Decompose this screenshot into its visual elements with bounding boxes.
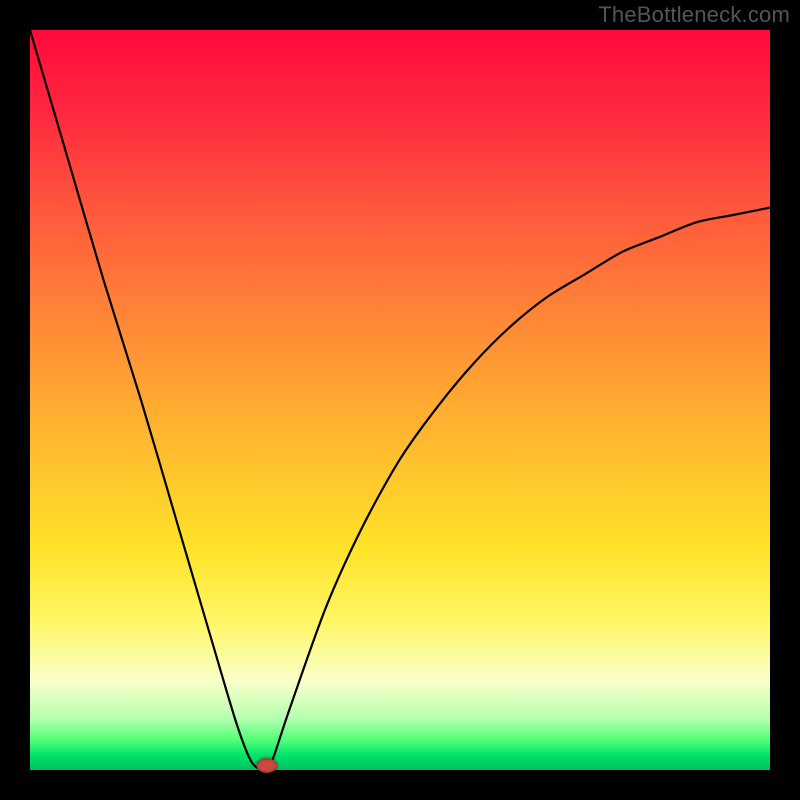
- plot-area: [30, 30, 770, 770]
- watermark-text: TheBottleneck.com: [598, 2, 790, 28]
- minimum-marker: [256, 758, 277, 773]
- bottleneck-curve: [30, 30, 770, 770]
- chart-frame: TheBottleneck.com: [0, 0, 800, 800]
- chart-svg: [30, 30, 770, 770]
